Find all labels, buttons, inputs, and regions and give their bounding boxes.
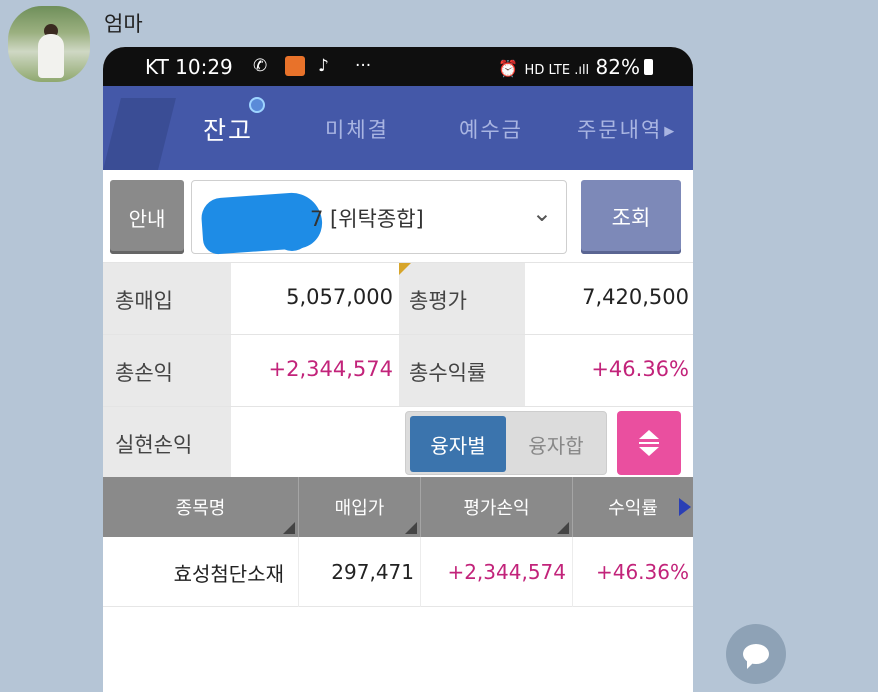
lte-signal-icon: HD LTE .ıll — [524, 63, 590, 78]
tab-order-history-label: 주문내역 — [577, 118, 663, 142]
chevron-down-icon: ⌄ — [531, 199, 552, 227]
total-eval-label: 총평가 — [399, 263, 525, 335]
alarm-icon: ⏰ — [498, 59, 519, 78]
app-notification-icon — [285, 56, 305, 76]
col-header-name[interactable]: 종목명 — [103, 477, 299, 537]
more-notifications-icon: ··· — [355, 56, 372, 76]
col-header-price[interactable]: 매입가 — [299, 477, 421, 537]
tab-balance[interactable]: 잔고 — [203, 97, 266, 147]
call-icon: ✆ — [253, 56, 268, 76]
tab-bar-corner — [103, 98, 176, 170]
guide-button[interactable]: 안내 — [110, 180, 184, 254]
col-header-pl-label: 평가손익 — [463, 498, 530, 519]
scroll-right-icon[interactable] — [679, 498, 691, 516]
redaction-mark — [272, 209, 312, 251]
segment-by-loan[interactable]: 융자별 — [410, 416, 506, 472]
shared-screenshot[interactable]: KT 10:29 ✆ ♪ ··· ⏰ HD LTE .ıll 82% 잔고 미체… — [103, 47, 693, 692]
corner-marker — [399, 263, 411, 275]
query-button[interactable]: 조회 — [581, 180, 681, 254]
speech-bubble-icon — [743, 644, 769, 669]
account-label: 7 [위탁종합] — [310, 207, 424, 231]
tab-unfilled-label: 미체결 — [325, 118, 389, 142]
col-header-return[interactable]: 수익률 — [573, 477, 693, 537]
total-purchase-label: 총매입 — [103, 263, 231, 335]
tab-balance-label: 잔고 — [203, 116, 254, 145]
purchase-price: 297,471 — [299, 537, 421, 607]
total-pl-label: 총손익 — [103, 335, 231, 407]
total-return-label: 총수익률 — [399, 335, 525, 407]
col-header-pl[interactable]: 평가손익 — [421, 477, 573, 537]
col-header-return-label: 수익률 — [608, 498, 658, 519]
tab-deposit[interactable]: 예수금 — [459, 114, 523, 144]
status-time: KT 10:29 — [145, 55, 233, 79]
loan-segment-control: 융자별 융자합 — [405, 411, 607, 475]
segment-loan-total[interactable]: 융자합 — [508, 416, 604, 472]
alert-icon: ♪ — [318, 56, 329, 76]
tab-order-history[interactable]: 주문내역 ▶ — [577, 114, 676, 144]
table-row[interactable]: 효성첨단소재 297,471 +2,344,574 +46.36% — [103, 537, 693, 607]
status-right: ⏰ HD LTE .ıll 82% — [498, 55, 653, 79]
sender-name: 엄마 — [104, 12, 143, 36]
avatar-figure-body — [38, 34, 64, 78]
realized-pl-value — [231, 407, 399, 479]
tab-deposit-label: 예수금 — [459, 118, 523, 142]
status-bar: KT 10:29 ✆ ♪ ··· ⏰ HD LTE .ıll 82% — [103, 47, 693, 86]
col-header-name-label: 종목명 — [175, 498, 226, 519]
total-pl-value: +2,344,574 — [231, 335, 399, 407]
eval-pl: +2,344,574 — [421, 537, 573, 607]
table-header: 종목명 매입가 평가손익 수익률 — [103, 477, 693, 537]
new-badge-icon — [249, 97, 266, 113]
tab-unfilled[interactable]: 미체결 — [325, 114, 389, 144]
total-purchase-value: 5,057,000 — [231, 263, 399, 335]
sort-notch-icon — [283, 522, 295, 534]
sort-icon — [639, 430, 659, 456]
summary-row-2: 총손익 +2,344,574 총수익률 +46.36% — [103, 334, 693, 407]
total-eval-value: 7,420,500 — [525, 263, 693, 335]
battery-icon — [644, 59, 653, 75]
account-select[interactable]: 7 [위탁종합] ⌄ — [191, 180, 567, 256]
total-return-value: +46.36% — [525, 335, 693, 407]
stock-name: 효성첨단소재 — [103, 537, 299, 607]
sort-button[interactable] — [617, 411, 681, 475]
realized-pl-label: 실현손익 — [103, 407, 231, 479]
return-rate: +46.36% — [595, 560, 689, 584]
sender-avatar[interactable] — [8, 6, 90, 82]
tab-bar: 잔고 미체결 예수금 주문내역 ▶ — [103, 86, 693, 170]
sort-notch-icon — [557, 522, 569, 534]
battery-percent: 82% — [595, 55, 640, 79]
sort-notch-icon — [405, 522, 417, 534]
col-header-price-label: 매입가 — [334, 498, 385, 519]
chat-reply-button[interactable] — [726, 624, 786, 684]
summary-row-1: 총매입 5,057,000 총평가 7,420,500 — [103, 262, 693, 335]
tab-scroll-right-icon[interactable]: ▶ — [664, 124, 676, 139]
